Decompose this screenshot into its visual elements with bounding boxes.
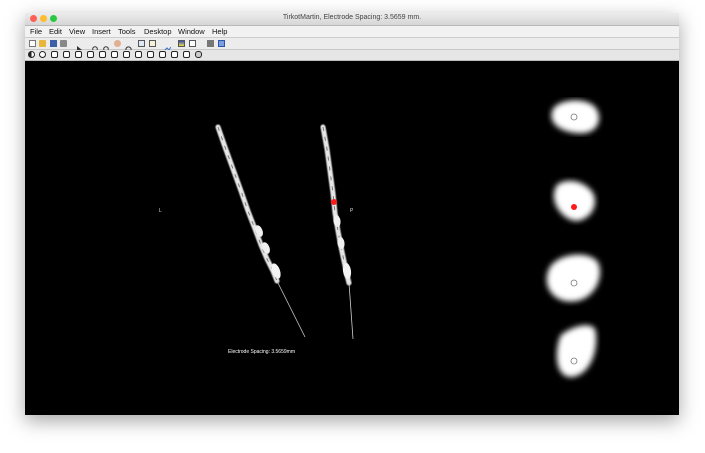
- selected-contact-marker[interactable]: [331, 199, 337, 205]
- data-cursor-icon[interactable]: [138, 40, 145, 47]
- menu-file[interactable]: File: [30, 27, 42, 36]
- menu-window[interactable]: Window: [178, 27, 205, 36]
- tool-btn-4-icon[interactable]: [75, 51, 82, 58]
- figure-toolbar: [25, 38, 679, 54]
- menu-desktop[interactable]: Desktop: [144, 27, 172, 36]
- hide-plot-tools-icon[interactable]: [207, 40, 214, 47]
- slice-1[interactable]: [551, 100, 600, 134]
- electrode-right: [320, 124, 354, 340]
- save-icon[interactable]: [50, 40, 57, 47]
- slice-2[interactable]: [553, 180, 596, 221]
- tool-btn-5-icon[interactable]: [87, 51, 94, 58]
- tool-btn-9-icon[interactable]: [135, 51, 142, 58]
- menu-edit[interactable]: Edit: [49, 27, 62, 36]
- tool-btn-11-icon[interactable]: [159, 51, 166, 58]
- tool-btn-12-icon[interactable]: [171, 51, 178, 58]
- new-figure-icon[interactable]: [29, 40, 36, 47]
- slice-4[interactable]: [556, 325, 597, 378]
- brush-icon[interactable]: [149, 40, 156, 47]
- contrast-icon[interactable]: [28, 51, 35, 58]
- tool-strip: [25, 50, 679, 61]
- rotate-3d-icon[interactable]: [125, 40, 132, 53]
- zoom-out-icon[interactable]: [103, 40, 111, 54]
- menu-view[interactable]: View: [69, 27, 85, 36]
- show-plot-tools-icon[interactable]: [218, 40, 225, 47]
- menu-tools[interactable]: Tools: [118, 27, 136, 36]
- legend-icon[interactable]: [189, 40, 196, 47]
- link-plot-icon[interactable]: [163, 40, 172, 52]
- colorbar-icon[interactable]: [178, 40, 185, 47]
- checkbox-icon[interactable]: [183, 51, 190, 58]
- open-file-icon[interactable]: [39, 40, 46, 47]
- electrode-spacing-caption: Electrode Spacing: 3.5659mm: [228, 349, 295, 355]
- view-icon[interactable]: [195, 51, 202, 58]
- orientation-label-left: L: [159, 208, 162, 214]
- orientation-label-right: P: [350, 208, 354, 214]
- slice-marker-active: [571, 204, 577, 210]
- menu-bar: File Edit View Insert Tools Desktop Wind…: [25, 26, 679, 38]
- menu-insert[interactable]: Insert: [92, 27, 111, 36]
- electrode-render: [215, 100, 601, 378]
- zoom-in-icon[interactable]: [92, 40, 100, 54]
- tool-btn-1-icon[interactable]: [39, 51, 46, 58]
- tool-btn-10-icon[interactable]: [147, 51, 154, 58]
- menu-help[interactable]: Help: [212, 27, 227, 36]
- electrode-left: [215, 124, 306, 338]
- figure-window: TirkotMartin, Electrode Spacing: 3.5659 …: [25, 13, 679, 415]
- tool-btn-2-icon[interactable]: [51, 51, 58, 58]
- window-title: TirkotMartin, Electrode Spacing: 3.5659 …: [282, 14, 422, 21]
- tool-btn-3-icon[interactable]: [63, 51, 70, 58]
- tool-btn-8-icon[interactable]: [123, 51, 130, 58]
- image-canvas[interactable]: L P Electrode Spacing: 3.5659mm: [25, 61, 679, 415]
- tool-btn-7-icon[interactable]: [111, 51, 118, 58]
- title-bar: TirkotMartin, Electrode Spacing: 3.5659 …: [25, 13, 679, 26]
- pan-icon[interactable]: [114, 40, 121, 47]
- edit-plot-icon[interactable]: [76, 40, 83, 53]
- slice-3[interactable]: [546, 254, 601, 302]
- tool-btn-6-icon[interactable]: [99, 51, 106, 58]
- print-icon[interactable]: [60, 40, 67, 47]
